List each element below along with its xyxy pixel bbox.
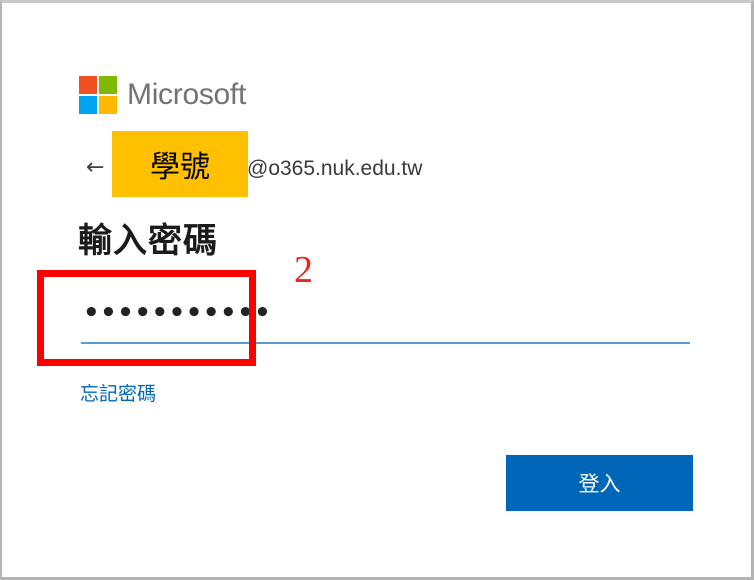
back-arrow-icon[interactable]: ← [86,156,104,180]
annotation-highlight-box [37,270,256,366]
microsoft-logo-icon [79,76,117,114]
page-title: 輸入密碼 [78,221,218,261]
microsoft-logo-text: Microsoft [127,78,246,111]
microsoft-logo: Microsoft [79,76,246,114]
forgot-password-link[interactable]: 忘記密碼 [80,379,156,406]
student-id-mask: 學號 [112,131,248,197]
account-email: @o365.nuk.edu.tw [247,157,423,180]
annotation-step-number: 2 [294,249,313,291]
sign-in-button[interactable]: 登入 [506,455,693,511]
